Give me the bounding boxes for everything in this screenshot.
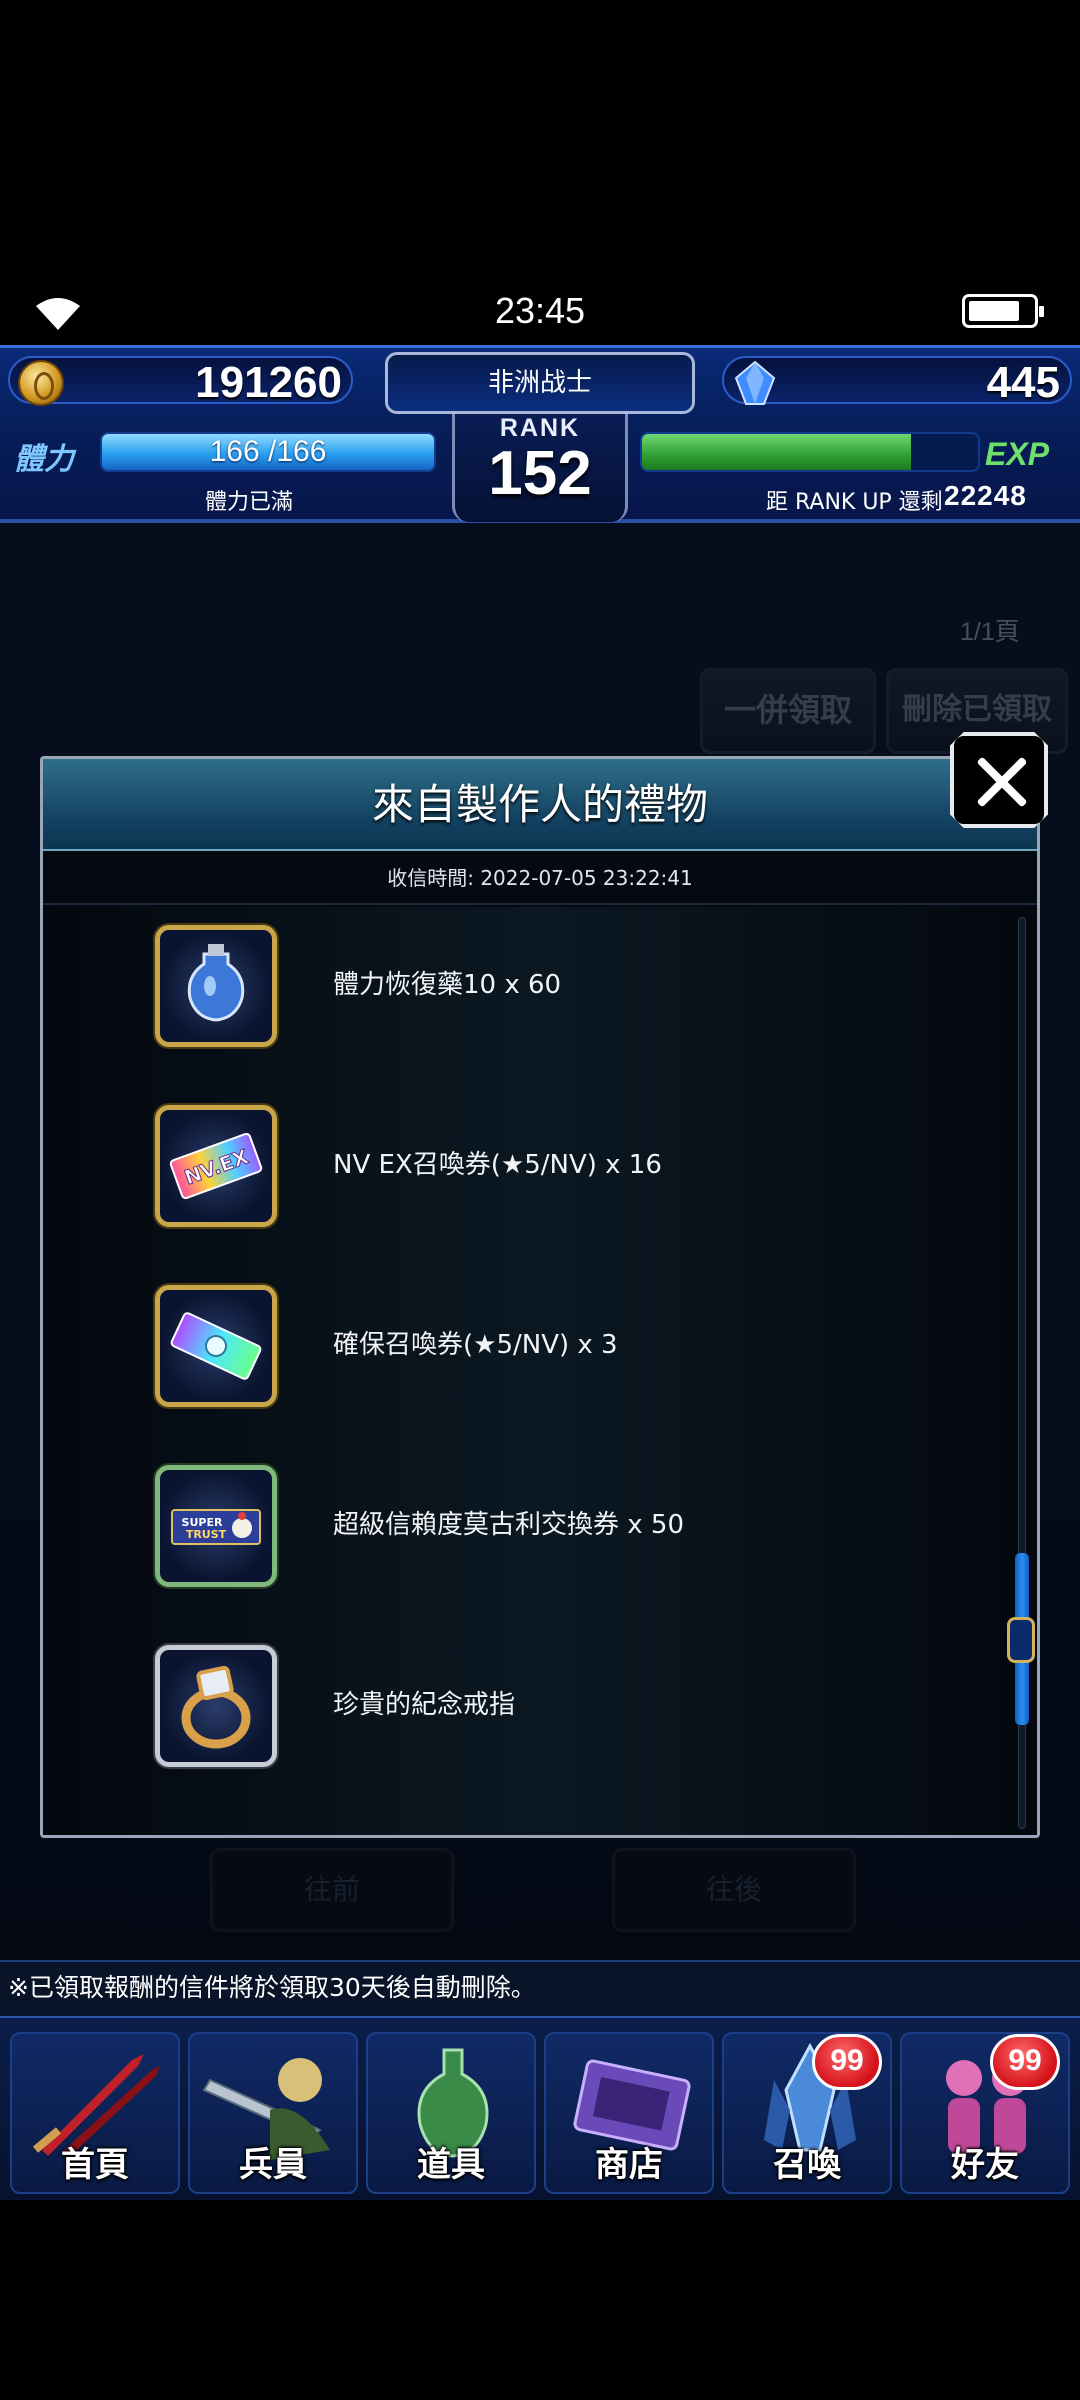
scrollbar-handle[interactable]	[1007, 1617, 1035, 1663]
nav-label: 召喚	[773, 2145, 841, 2185]
close-modal-button[interactable]	[950, 732, 1048, 828]
nav-units[interactable]: 兵員	[188, 2032, 358, 2194]
bottom-nav: 首頁 兵員 道具 商店 召喚 好友 99 99	[0, 2016, 1080, 2200]
exp-bar-fill	[642, 434, 911, 470]
gift-item: 珍貴的紀念戒指	[43, 1635, 1003, 1775]
gift-item: 體力恢復藥10 x 60	[43, 915, 1003, 1055]
stamina-potion-icon	[155, 925, 277, 1047]
player-header: 191260 445 非洲战士 RANK 152 體力 166 /166 體力已…	[0, 345, 1080, 523]
gift-item-label: NV EX召喚券(★5/NV) x 16	[333, 1150, 662, 1180]
friends-notification-badge: 99	[990, 2034, 1060, 2090]
nav-label: 道具	[417, 2145, 485, 2185]
super-trust-moogle-ticket-icon: SUPER TRUST	[155, 1465, 277, 1587]
nav-label: 首頁	[61, 2145, 129, 2185]
exp-bar	[640, 432, 980, 472]
modal-header: 來自製作人的禮物	[43, 759, 1037, 851]
gift-modal: 來自製作人的禮物 收信時間: 2022-07-05 23:22:41 體力恢復藥…	[40, 756, 1040, 1838]
auto-delete-notice: ※已領取報酬的信件將於領取30天後自動刪除。	[0, 1960, 1080, 2016]
player-name[interactable]: 非洲战士	[385, 352, 695, 414]
received-time: 收信時間: 2022-07-05 23:22:41	[43, 851, 1037, 905]
gil-amount: 191260	[195, 358, 342, 407]
app-root: 23:45 191260 445 非洲战士 RANK 152 體力 166 /1…	[0, 0, 1080, 2400]
guaranteed-ticket-icon	[155, 1285, 277, 1407]
gift-item: 確保召喚券(★5/NV) x 3	[43, 1275, 1003, 1415]
gift-item-label: 確保召喚券(★5/NV) x 3	[333, 1330, 618, 1360]
gem-amount: 445	[986, 358, 1060, 407]
modal-title: 來自製作人的禮物	[371, 780, 708, 829]
gift-list[interactable]: 體力恢復藥10 x 60 NV.EX NV EX召喚券(★5/NV) x 16	[43, 907, 1037, 1835]
nav-label: 商店	[595, 2145, 663, 2185]
exp-remaining-value: 22248	[944, 480, 1027, 511]
nv-ex-ticket-icon: NV.EX	[155, 1105, 277, 1227]
nav-home[interactable]: 首頁	[10, 2032, 180, 2194]
nav-items[interactable]: 道具	[366, 2032, 536, 2194]
stamina-label: 體力	[14, 442, 74, 477]
rank-value: 152	[488, 439, 592, 508]
summon-notification-badge: 99	[812, 2034, 882, 2090]
stamina-value: 166 /166	[209, 435, 327, 468]
nav-label: 兵員	[239, 2145, 307, 2185]
memorial-ring-icon	[155, 1645, 277, 1767]
nav-shop[interactable]: 商店	[544, 2032, 714, 2194]
stamina-bar: 166 /166	[100, 432, 436, 472]
status-time: 23:45	[494, 290, 586, 331]
nav-label: 好友	[951, 2145, 1019, 2185]
battery-icon	[962, 294, 1044, 328]
exp-remaining-label: 距 RANK UP 還剩	[766, 490, 943, 515]
exp-label: EXP	[985, 436, 1050, 472]
gift-item-label: 體力恢復藥10 x 60	[333, 970, 562, 1000]
gil-coin-icon	[18, 360, 64, 406]
gift-item-label: 珍貴的紀念戒指	[333, 1690, 516, 1720]
lapis-crystal-icon	[734, 360, 776, 405]
gift-item: SUPER TRUST 超級信賴度莫古利交換券 x 50	[43, 1455, 1003, 1595]
svg-text:TRUST: TRUST	[186, 1528, 227, 1541]
gift-item: NV.EX NV EX召喚券(★5/NV) x 16	[43, 1095, 1003, 1235]
gift-item-label: 超級信賴度莫古利交換券 x 50	[333, 1510, 685, 1540]
stamina-status: 體力已滿	[205, 490, 294, 515]
